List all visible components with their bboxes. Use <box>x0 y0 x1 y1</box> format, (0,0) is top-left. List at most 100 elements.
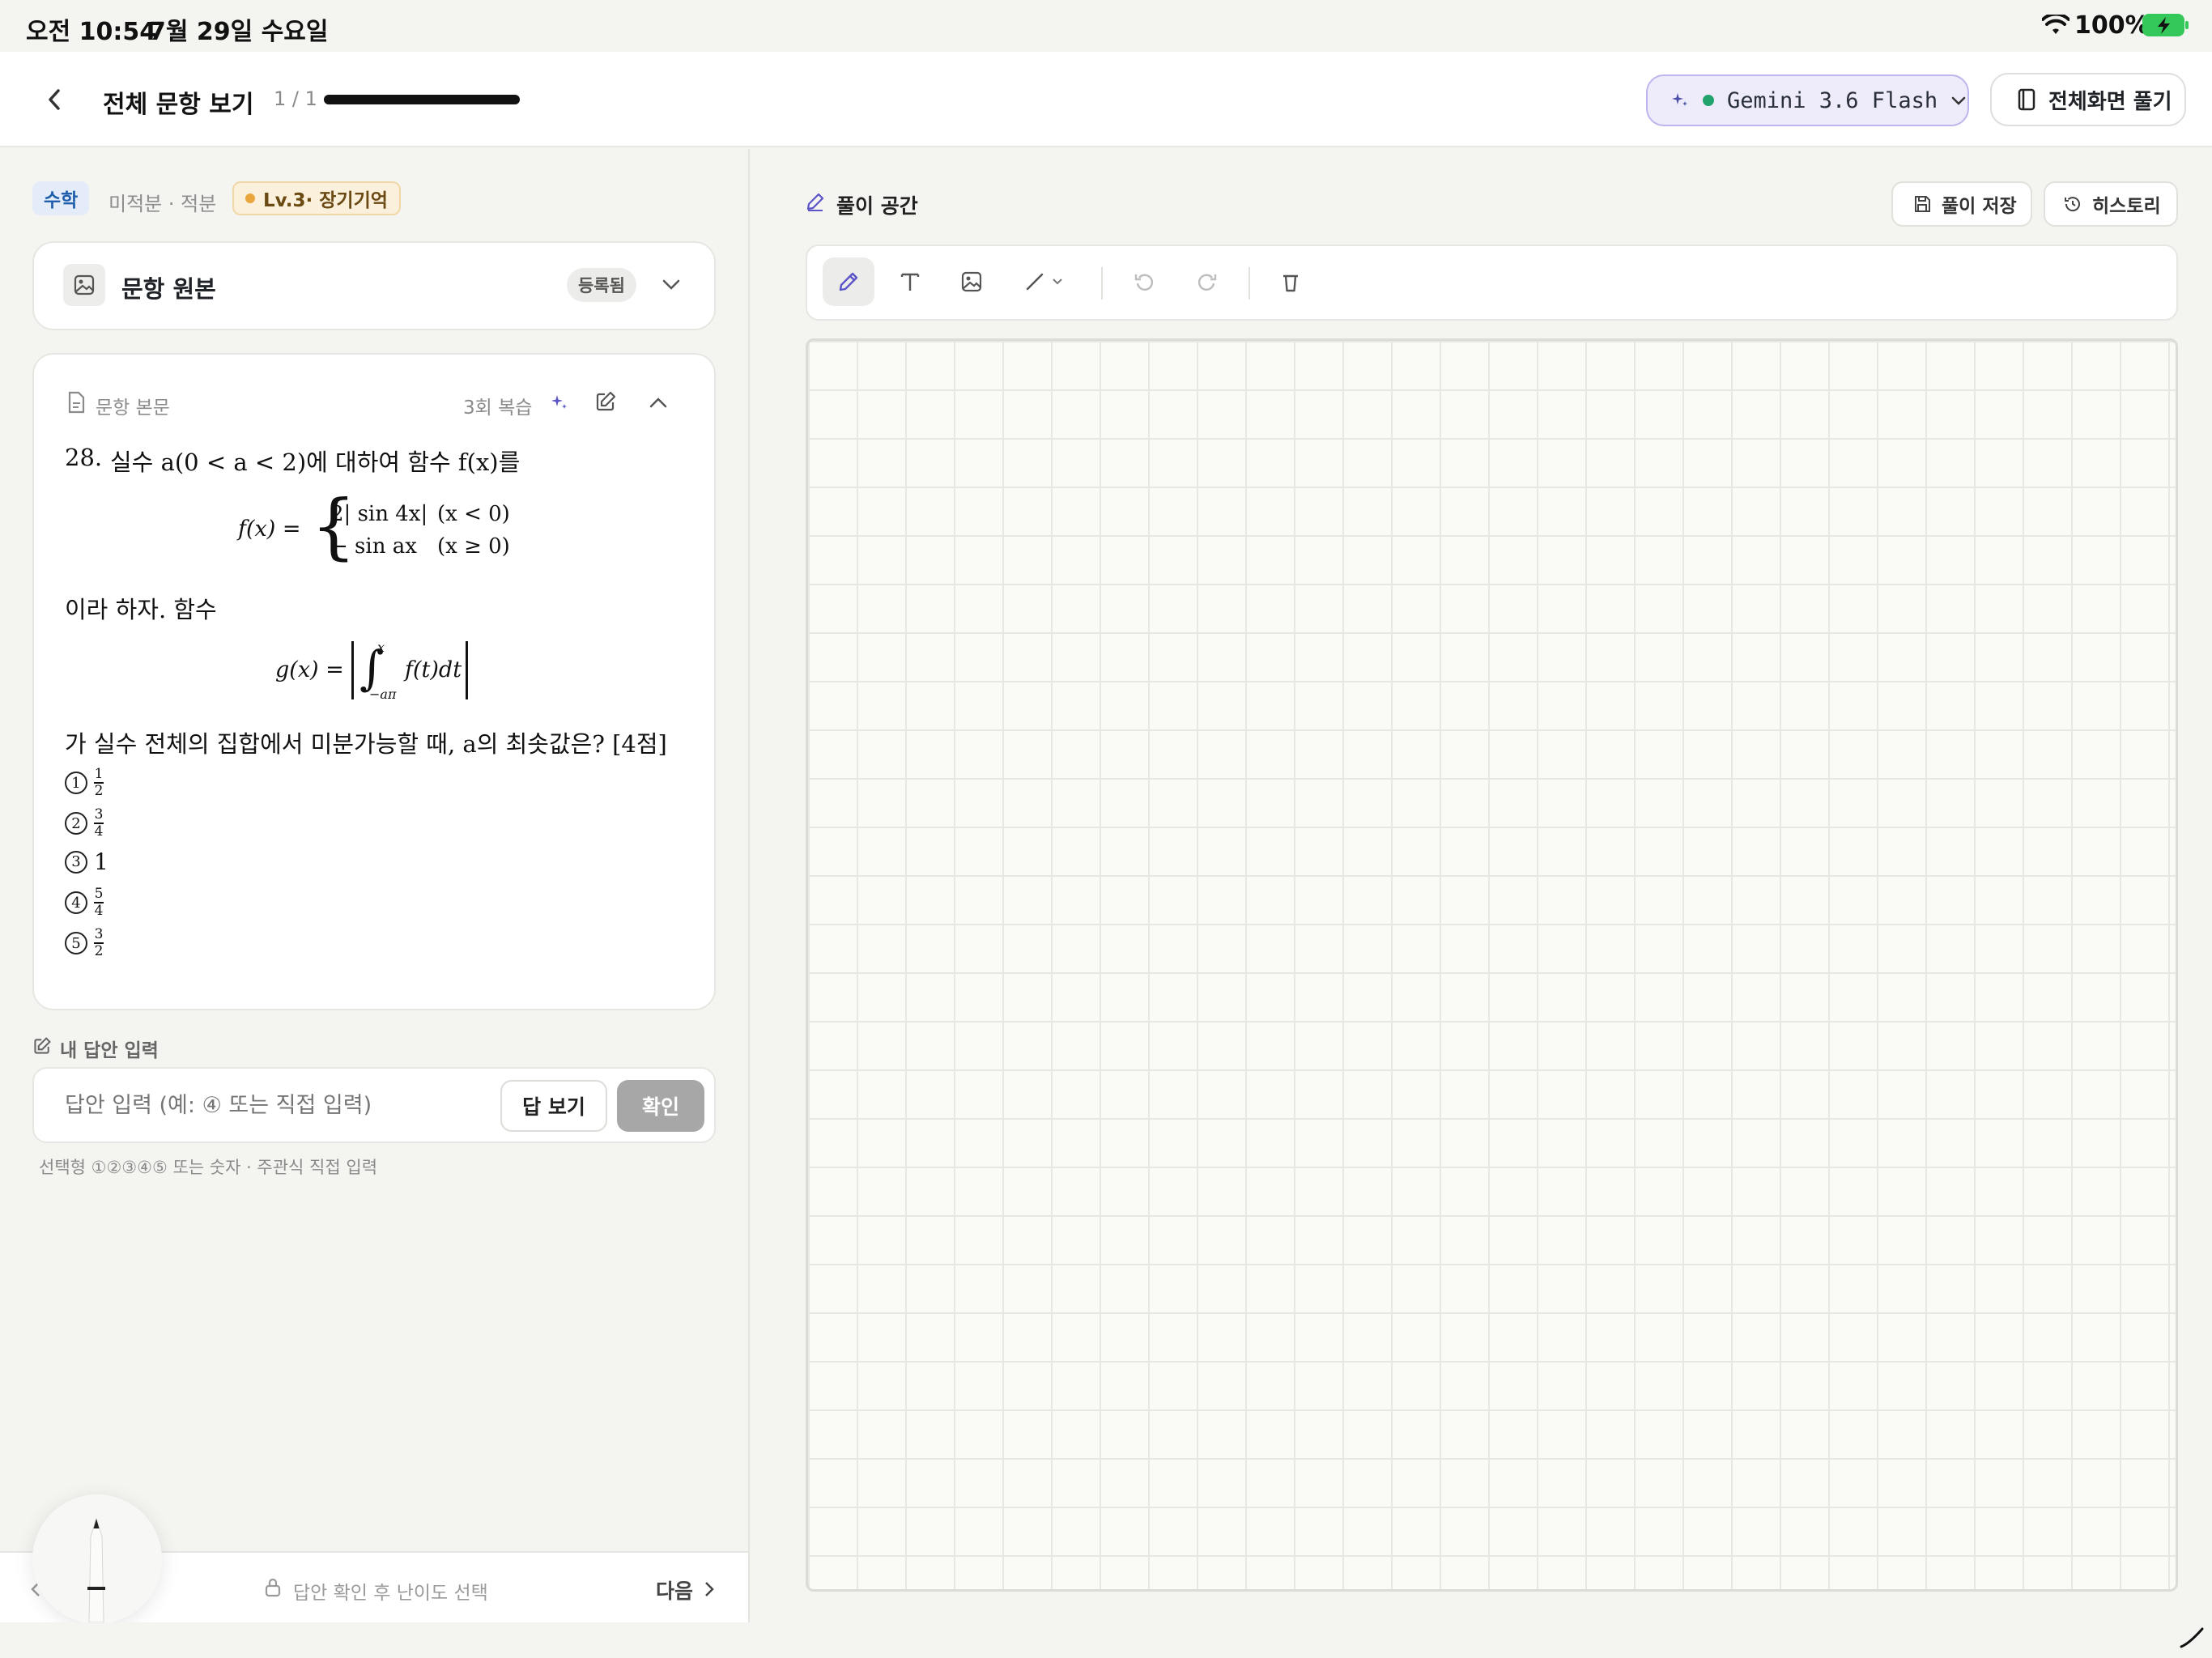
abs-bar-left <box>351 641 354 699</box>
trash-icon <box>1278 270 1303 294</box>
choice-4[interactable]: 4 54 <box>65 887 104 918</box>
redo-icon <box>1194 270 1219 294</box>
pencil-icon <box>87 1517 105 1622</box>
undo-button[interactable] <box>1119 257 1171 306</box>
show-answer-button[interactable]: 답 보기 <box>500 1080 607 1132</box>
f-case2-cond: (x ≥ 0) <box>437 534 510 559</box>
numerator: 3 <box>94 926 104 942</box>
save-solution-button[interactable]: 풀이 저장 <box>1891 181 2032 227</box>
choice-marker: 3 <box>65 850 87 874</box>
chevron-down-icon <box>1950 95 1967 106</box>
level-dot <box>245 193 255 203</box>
choice-marker: 2 <box>65 812 87 835</box>
progress-fill <box>324 95 520 104</box>
text-icon <box>898 270 922 294</box>
registered-badge: 등록됨 <box>567 268 636 302</box>
battery-charging-icon <box>2142 14 2189 36</box>
toolbar-separator <box>1101 267 1103 300</box>
choice-1[interactable]: 1 12 <box>65 767 104 798</box>
toolbar-separator <box>1249 267 1250 300</box>
choice-fraction: 34 <box>94 808 104 839</box>
integral-lower-limit: −aπ <box>369 687 397 702</box>
redo-button[interactable] <box>1180 257 1232 306</box>
choice-5[interactable]: 5 32 <box>65 928 104 959</box>
problem-intro: 실수 a(0 < a < 2)에 대하여 함수 f(x)를 <box>110 449 521 476</box>
integrand: f(t)dt <box>405 657 462 682</box>
choice-fraction: 32 <box>94 928 104 959</box>
difficulty-hint: 답안 확인 후 난이도 선택 <box>293 1583 488 1604</box>
fullscreen-button[interactable]: 전체화면 풀기 <box>1990 73 2186 126</box>
level-label: Lv.3· 장기기억 <box>263 190 388 211</box>
line-tool-button[interactable] <box>1015 257 1072 306</box>
problem-mid-text: 이라 하자. 함수 <box>65 596 217 623</box>
confirm-button[interactable]: 확인 <box>617 1080 704 1132</box>
f-case1-cond: (x < 0) <box>437 502 510 526</box>
chevron-up-icon[interactable] <box>646 392 670 413</box>
f-case1-expr: 2| sin 4x| <box>330 502 428 526</box>
choice-marker: 1 <box>65 772 87 794</box>
battery-percent: 100% <box>2074 11 2150 40</box>
chevron-right-icon[interactable] <box>701 1579 717 1600</box>
problem-number: 28. <box>65 444 103 471</box>
book-icon <box>2016 87 2037 112</box>
edit-icon <box>32 1036 52 1056</box>
history-label: 히스토리 <box>2092 196 2161 217</box>
problem-question: 가 실수 전체의 집합에서 미분가능할 때, a의 최솟값은? [4점] <box>65 730 667 758</box>
pencil-hover-icon <box>2178 1626 2206 1650</box>
clear-canvas-button[interactable] <box>1265 257 1317 306</box>
status-bar: 오전 10:54 7월 29일 수요일 100% <box>0 0 2212 52</box>
text-tool-button[interactable] <box>884 257 936 306</box>
image-icon <box>63 264 105 306</box>
page-indicator: 1 / 1 <box>274 87 317 110</box>
edit-icon[interactable] <box>594 390 617 413</box>
g-definition-lhs: g(x) = <box>275 657 344 682</box>
subject-tag: 수학 <box>32 181 90 215</box>
model-selector-button[interactable]: Gemini 3.6 Flash <box>1646 74 1969 126</box>
pen-tool-button[interactable] <box>823 257 874 306</box>
denominator: 2 <box>94 943 104 959</box>
fullscreen-label: 전체화면 풀기 <box>2048 89 2172 114</box>
apple-pencil-button[interactable] <box>32 1494 162 1624</box>
drawing-toolbar <box>806 244 2178 321</box>
save-icon <box>1912 194 1932 214</box>
f-case2-expr: − sin ax <box>330 534 417 559</box>
choice-fraction: 12 <box>94 767 104 798</box>
model-label: Gemini 3.6 Flash <box>1727 87 1938 113</box>
back-icon[interactable] <box>40 84 68 115</box>
denominator: 4 <box>94 903 104 919</box>
drawing-canvas[interactable] <box>806 338 2178 1592</box>
document-icon <box>66 390 86 414</box>
lock-icon <box>264 1577 282 1598</box>
pencil-icon <box>805 191 826 212</box>
problem-section-label: 문항 본문 <box>96 397 170 419</box>
wifi-icon <box>2042 15 2069 36</box>
answer-section-label: 내 답안 입력 <box>60 1040 159 1061</box>
numerator: 1 <box>94 766 104 782</box>
choice-value: 1 <box>94 848 108 875</box>
choice-2[interactable]: 2 34 <box>65 808 104 839</box>
status-time: 오전 10:54 <box>26 18 157 46</box>
source-card-title: 문항 원본 <box>121 275 216 303</box>
level-tag: Lv.3· 장기기억 <box>232 181 401 215</box>
chevron-down-icon[interactable] <box>659 274 683 295</box>
line-icon <box>1024 271 1045 292</box>
status-date: 7월 29일 수요일 <box>149 18 329 46</box>
chevron-down-icon <box>1052 278 1063 286</box>
choice-marker: 4 <box>65 891 87 914</box>
ai-sparkle-icon[interactable] <box>549 392 570 413</box>
denominator: 4 <box>94 823 104 840</box>
answer-input[interactable] <box>50 1077 487 1133</box>
save-label: 풀이 저장 <box>1942 196 2017 217</box>
image-icon <box>959 270 984 294</box>
history-button[interactable]: 히스토리 <box>2044 181 2178 227</box>
answer-hint: 선택형 ①②③④⑤ 또는 숫자 · 주관식 직접 입력 <box>39 1158 378 1177</box>
image-tool-button[interactable] <box>946 257 998 306</box>
numerator: 5 <box>94 886 104 902</box>
review-count: 3회 복습 <box>463 397 533 419</box>
next-label[interactable]: 다음 <box>656 1575 693 1605</box>
progress-bar <box>324 95 520 104</box>
page-title: 전체 문항 보기 <box>103 91 254 119</box>
history-icon <box>2063 194 2082 214</box>
choice-3[interactable]: 3 1 <box>65 848 108 875</box>
abs-bar-right <box>466 641 468 699</box>
